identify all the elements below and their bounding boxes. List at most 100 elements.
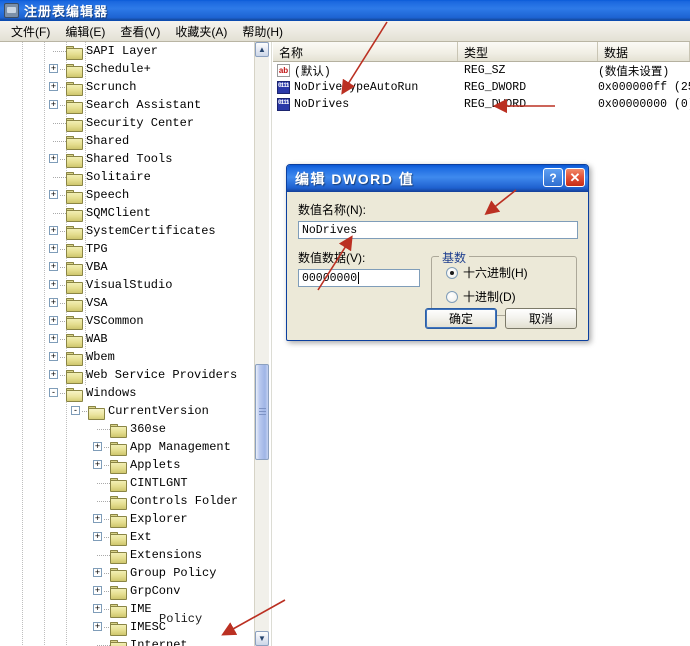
registry-tree-pane[interactable]: SAPI Layer + Schedule+ + Scrunch + Search Assi… [0, 42, 272, 646]
radio-hexadecimal[interactable]: 十六进制(H) [446, 264, 576, 281]
folder-icon [110, 585, 127, 600]
menu-item-edit[interactable]: 编辑(E) [59, 22, 114, 41]
expand-toggle-icon[interactable]: + [93, 532, 102, 541]
expand-toggle-icon[interactable]: + [49, 190, 58, 199]
expand-toggle-icon[interactable]: + [49, 262, 58, 271]
value-row[interactable]: 011100 NoDrives REG_DWORD 0x00000000 (0) [273, 96, 690, 113]
expand-toggle-icon[interactable]: + [49, 298, 58, 307]
expand-toggle-icon[interactable]: + [93, 586, 102, 595]
expand-toggle-icon[interactable]: + [49, 280, 58, 289]
expand-toggle-icon[interactable]: + [49, 352, 58, 361]
tree-item[interactable]: + Ext [0, 528, 258, 546]
tree-item[interactable]: + SystemCertificates [0, 222, 258, 240]
tree-item[interactable]: + VisualStudio [0, 276, 258, 294]
tree-item[interactable]: - Windows [0, 384, 258, 402]
tree-item[interactable]: + Shared Tools [0, 150, 258, 168]
tree-item[interactable]: SQMClient [0, 204, 258, 222]
value-row[interactable]: ab (默认) REG_SZ (数值未设置) [273, 62, 690, 79]
value-row[interactable]: 011100 NoDriveTypeAutoRun REG_DWORD 0x00000… [273, 79, 690, 96]
value-name-label: 数值名称(N): [298, 203, 366, 217]
tree-item-label: WAB [86, 332, 108, 346]
ok-button[interactable]: 确定 [425, 308, 497, 329]
tree-item[interactable]: + GrpConv [0, 582, 258, 600]
registry-icon [4, 2, 19, 18]
registry-tree[interactable]: SAPI Layer + Schedule+ + Scrunch + Search Assi… [0, 42, 258, 646]
dialog-titlebar: 编辑 DWORD 值 ? ✕ [287, 165, 588, 192]
tree-item[interactable]: + VSA [0, 294, 258, 312]
tree-item[interactable]: + Speech [0, 186, 258, 204]
expand-toggle-icon[interactable]: + [93, 622, 102, 631]
menu-item-help[interactable]: 帮助(H) [236, 22, 292, 41]
scroll-up-button[interactable]: ▲ [255, 42, 269, 57]
expand-toggle-icon[interactable]: + [93, 604, 102, 613]
tree-item[interactable]: Security Center [0, 114, 258, 132]
tree-item[interactable]: + Web Service Providers [0, 366, 258, 384]
expand-toggle-icon[interactable]: + [49, 316, 58, 325]
folder-icon [110, 603, 127, 618]
cancel-button[interactable]: 取消 [505, 308, 577, 329]
tree-item[interactable]: + Applets [0, 456, 258, 474]
tree-item[interactable]: + Search Assistant [0, 96, 258, 114]
tree-render-artifact: Policy [159, 612, 203, 626]
radio-hexadecimal-indicator[interactable] [446, 266, 458, 279]
tree-item[interactable]: CINTLGNT [0, 474, 258, 492]
radio-decimal-indicator[interactable] [446, 290, 458, 303]
tree-item[interactable]: + App Management [0, 438, 258, 456]
scroll-thumb[interactable] [255, 364, 269, 460]
folder-icon [110, 621, 127, 636]
value-name-input[interactable]: NoDrives [298, 221, 578, 239]
tree-connector [97, 501, 110, 502]
tree-item-label: CurrentVersion [108, 404, 209, 418]
expand-toggle-icon[interactable]: + [49, 334, 58, 343]
values-list[interactable]: ab (默认) REG_SZ (数值未设置) 011100 NoDriveTypeAuto… [273, 62, 690, 113]
expand-toggle-icon[interactable]: + [49, 244, 58, 253]
column-header-data[interactable]: 数据 [598, 42, 690, 61]
folder-icon [66, 351, 83, 366]
expand-toggle-icon[interactable]: + [49, 370, 58, 379]
tree-item[interactable]: Internet [0, 636, 258, 646]
tree-item[interactable]: Solitaire [0, 168, 258, 186]
expand-toggle-icon[interactable]: + [49, 100, 58, 109]
tree-item[interactable]: + Group Policy [0, 564, 258, 582]
tree-item[interactable]: + Schedule+ [0, 60, 258, 78]
tree-item[interactable]: + VBA [0, 258, 258, 276]
collapse-toggle-icon[interactable]: - [49, 388, 58, 397]
expand-toggle-icon[interactable]: + [49, 226, 58, 235]
tree-item[interactable]: Extensions [0, 546, 258, 564]
tree-item[interactable]: + VSCommon [0, 312, 258, 330]
tree-item[interactable]: Controls Folder [0, 492, 258, 510]
menu-item-file[interactable]: 文件(F) [5, 22, 59, 41]
collapse-toggle-icon[interactable]: - [71, 406, 80, 415]
tree-item-label: VSCommon [86, 314, 144, 328]
tree-vertical-scrollbar[interactable]: ▲ ▼ [254, 42, 269, 646]
column-header-name[interactable]: 名称 [273, 42, 458, 61]
folder-icon [110, 441, 127, 456]
expand-toggle-icon[interactable]: + [93, 514, 102, 523]
tree-item[interactable]: + TPG [0, 240, 258, 258]
radio-decimal[interactable]: 十进制(D) [446, 288, 576, 305]
value-data-input[interactable]: 00000000 [298, 269, 420, 287]
column-header-type[interactable]: 类型 [458, 42, 598, 61]
tree-item[interactable]: SAPI Layer [0, 42, 258, 60]
scroll-down-button[interactable]: ▼ [255, 631, 269, 646]
tree-item[interactable]: + Wbem [0, 348, 258, 366]
tree-item[interactable]: + IMESC [0, 618, 258, 636]
expand-toggle-icon[interactable]: + [93, 568, 102, 577]
help-icon[interactable]: ? [543, 168, 563, 187]
expand-toggle-icon[interactable]: + [49, 64, 58, 73]
tree-item[interactable]: + Explorer [0, 510, 258, 528]
menu-item-view[interactable]: 查看(V) [114, 22, 169, 41]
tree-item[interactable]: + IME [0, 600, 258, 618]
expand-toggle-icon[interactable]: + [49, 82, 58, 91]
tree-item[interactable]: Shared [0, 132, 258, 150]
expand-toggle-icon[interactable]: + [49, 154, 58, 163]
tree-item[interactable]: 360se [0, 420, 258, 438]
expand-toggle-icon[interactable]: + [93, 460, 102, 469]
tree-item[interactable]: - CurrentVersion [0, 402, 258, 420]
menu-item-favorites[interactable]: 收藏夹(A) [169, 22, 236, 41]
expand-toggle-icon[interactable]: + [93, 442, 102, 451]
close-icon[interactable]: ✕ [565, 168, 585, 187]
tree-item[interactable]: + Scrunch [0, 78, 258, 96]
tree-item[interactable]: + WAB [0, 330, 258, 348]
menu-bar: 文件(F) 编辑(E) 查看(V) 收藏夹(A) 帮助(H) [0, 21, 690, 42]
